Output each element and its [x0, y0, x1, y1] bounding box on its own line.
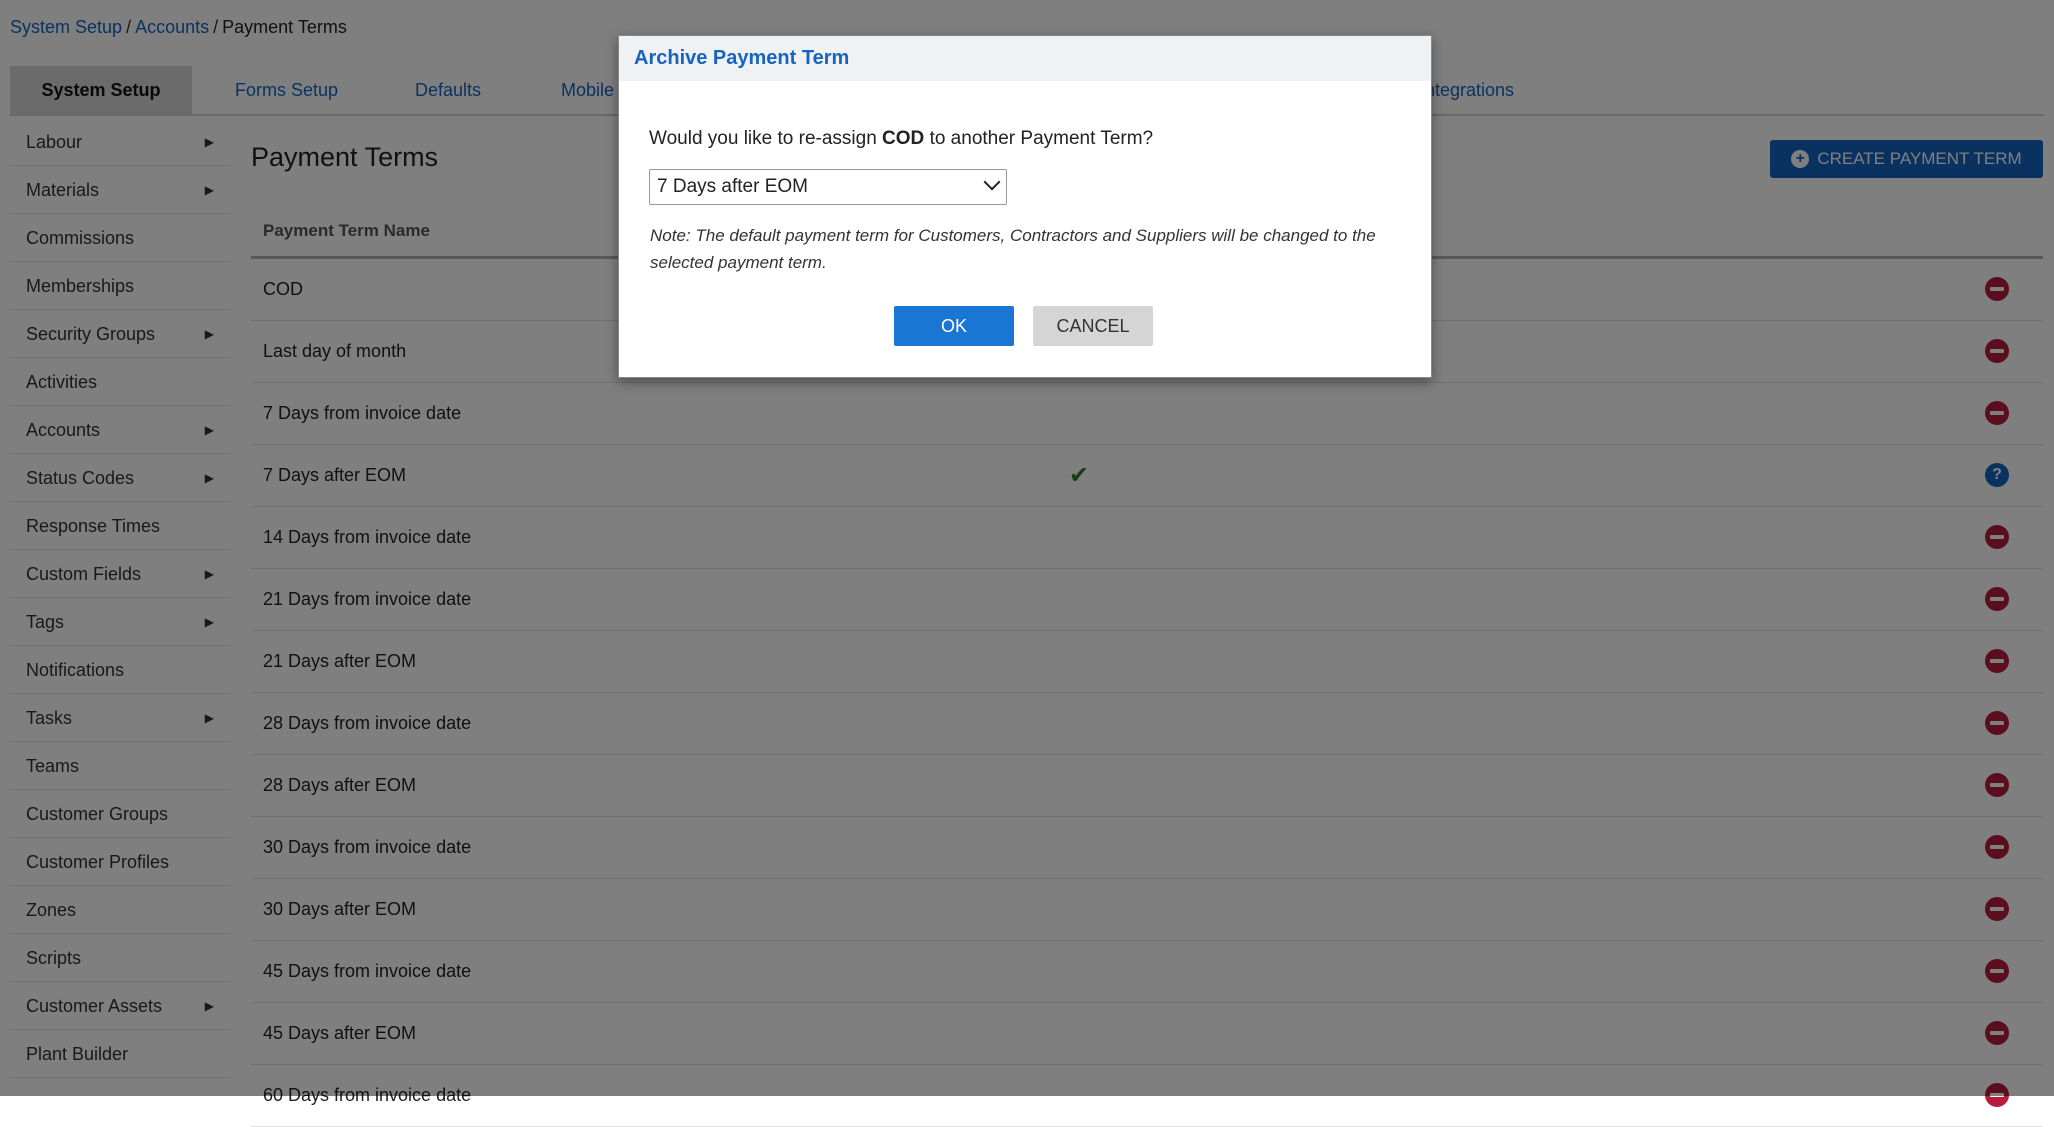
question-term: COD [882, 128, 925, 149]
chevron-down-icon [983, 173, 1001, 191]
dialog-question: Would you like to re-assign COD to anoth… [649, 128, 1153, 150]
select-value: 7 Days after EOM [657, 176, 808, 197]
question-prefix: Would you like to re-assign [649, 128, 877, 149]
archive-payment-term-dialog: Archive Payment Term Would you like to r… [618, 35, 1432, 378]
payment-term-select[interactable]: 7 Days after EOM [649, 169, 1007, 205]
cancel-button[interactable]: CANCEL [1033, 306, 1153, 346]
dialog-title: Archive Payment Term [619, 36, 1431, 81]
question-suffix: to another Payment Term? [929, 128, 1154, 149]
ok-button[interactable]: OK [894, 306, 1014, 346]
dialog-note: Note: The default payment term for Custo… [650, 226, 1376, 272]
